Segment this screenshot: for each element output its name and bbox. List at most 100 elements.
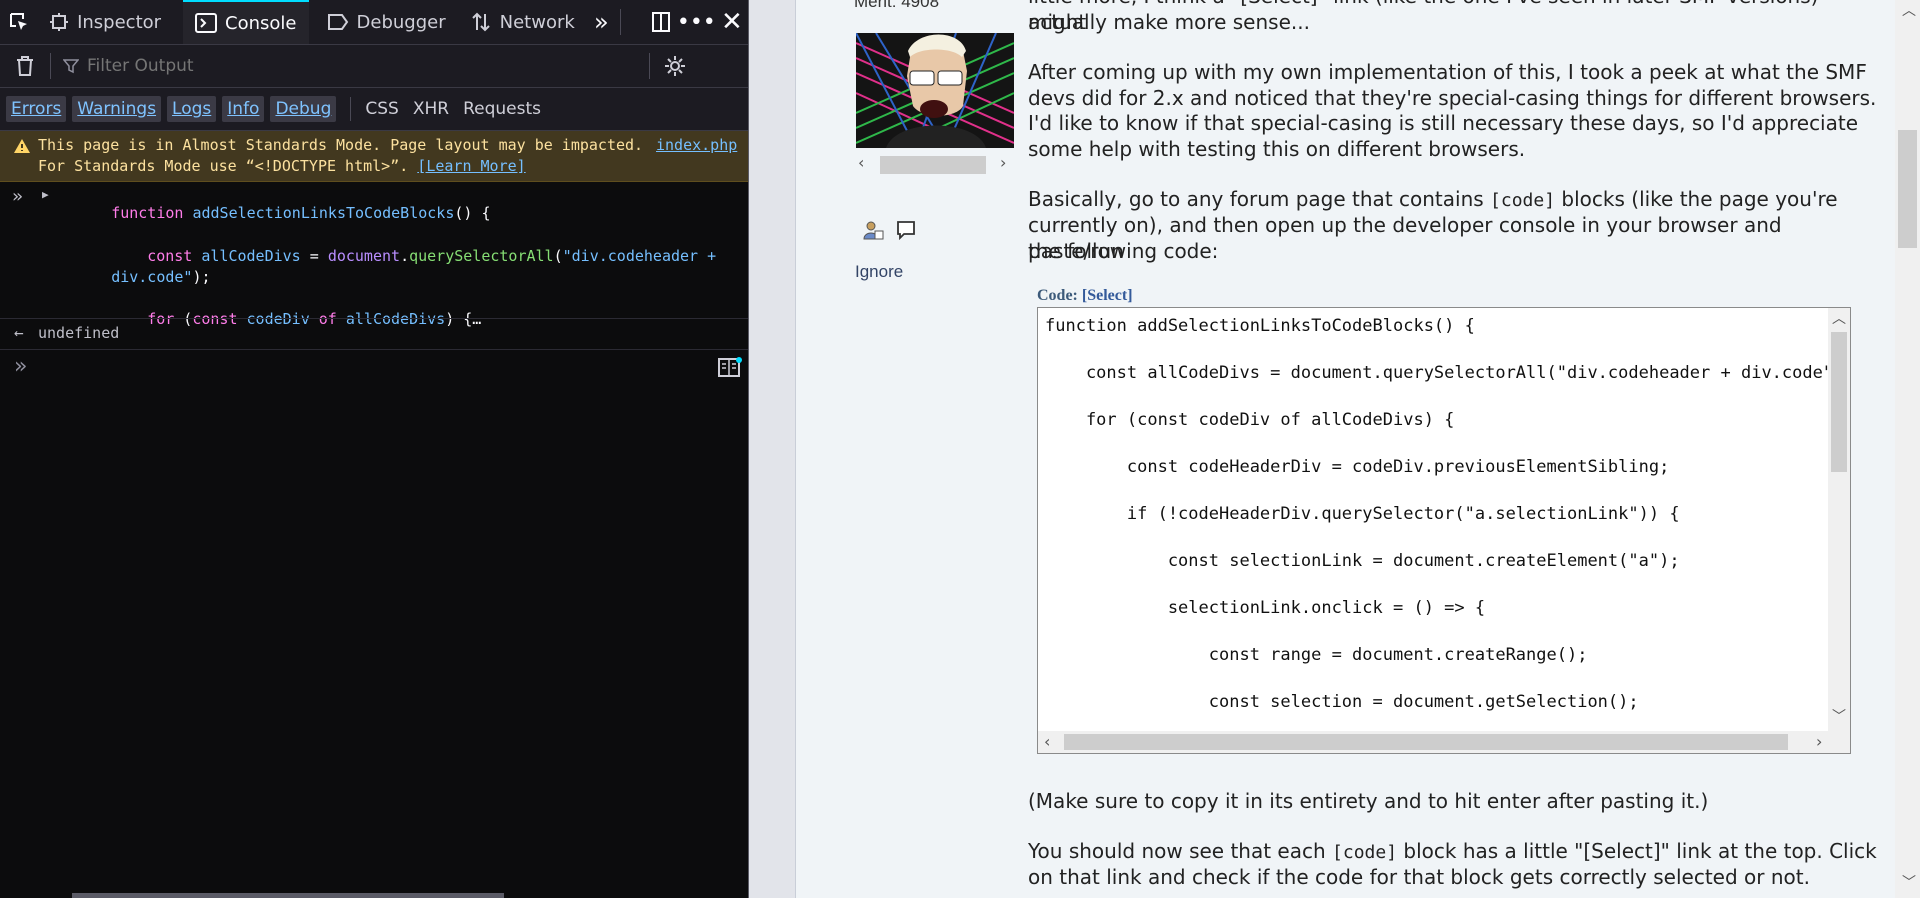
level-info-toggle[interactable]: Info <box>222 96 265 122</box>
code-hscroll-thumb[interactable] <box>1064 734 1788 750</box>
type-xhr-toggle[interactable]: XHR <box>413 99 449 119</box>
settings-gear-icon[interactable] <box>658 55 692 77</box>
merit-label: Merit: 4908 <box>854 0 940 11</box>
console-prompt[interactable]: » <box>0 352 748 392</box>
prompt-chevron-icon: » <box>14 354 28 379</box>
code-header-label: Code: <box>1037 287 1078 304</box>
personal-message-icon[interactable] <box>895 219 917 245</box>
level-debug-toggle[interactable]: Debug <box>270 96 337 122</box>
trash-icon[interactable] <box>0 55 50 77</box>
tab-inspector-label: Inspector <box>77 11 162 33</box>
console-filter-bar <box>0 45 748 88</box>
kw-function: function <box>111 204 184 222</box>
para5-line2: on that link and check if the code for t… <box>1028 865 1810 889</box>
profile-icon[interactable] <box>862 219 884 245</box>
console-result-row: ← undefined <box>0 318 748 350</box>
inspector-icon <box>50 13 69 31</box>
para4: (Make sure to copy it in its entirety an… <box>1028 789 1709 813</box>
code-header: Code: [Select] <box>1037 287 1133 305</box>
ignore-link[interactable]: Ignore <box>855 262 903 282</box>
code-vertical-scrollbar[interactable]: ︿ ﹀ <box>1828 308 1850 732</box>
level-warnings-toggle[interactable]: Warnings <box>72 96 162 122</box>
warning-line2: For Standards Mode use “<!DOCTYPE html>”… <box>38 157 409 175</box>
para5-line1a: You should now see that each <box>1028 839 1333 863</box>
avatar-scroll-thumb[interactable] <box>880 156 986 174</box>
level-logs-toggle[interactable]: Logs <box>167 96 217 122</box>
network-icon <box>471 12 490 32</box>
warning-line1: This page is in Almost Standards Mode. P… <box>38 136 644 154</box>
learn-more-link[interactable]: [Learn More] <box>417 157 525 175</box>
console-icon <box>195 13 218 33</box>
para2-line2: devs did for 2.x and noticed that they'r… <box>1028 86 1877 110</box>
element-picker-icon[interactable] <box>0 0 37 44</box>
para3-line1: Basically, go to any forum page that con… <box>1028 186 1878 214</box>
scroll-right-icon[interactable]: › <box>1000 153 1006 172</box>
scroll-up-icon[interactable]: ︿ <box>1832 308 1846 328</box>
code-line: const selectionLink = document.createEle… <box>1045 551 1680 571</box>
tab-network-label: Network <box>499 11 575 33</box>
editor-mode-icon[interactable] <box>718 356 742 382</box>
forum-post: Merit: 4908 ‹ › Ignore might actually ma… <box>795 0 1896 898</box>
more-options-icon[interactable]: ••• <box>677 10 716 35</box>
filter-output-input[interactable] <box>85 55 649 77</box>
avatar-scrollbar[interactable]: ‹ › <box>856 151 1016 177</box>
op-eq: = <box>300 247 328 265</box>
devtools-bottom-scrollbar[interactable] <box>72 893 504 898</box>
close-icon[interactable]: ✕ <box>716 7 748 37</box>
para5-line1: You should now see that each [code] bloc… <box>1028 838 1878 866</box>
para3-line1b: blocks (like the page you're <box>1555 187 1838 211</box>
webpage: Merit: 4908 ‹ › Ignore might actually ma… <box>749 0 1920 898</box>
level-errors-toggle[interactable]: Errors <box>6 96 67 122</box>
avatar <box>856 33 1014 148</box>
code-line: function addSelectionLinksToCodeBlocks()… <box>1045 316 1475 336</box>
code-line: for (const codeDiv of allCodeDivs) { <box>1045 410 1455 430</box>
code-horizontal-scrollbar[interactable]: ‹ › <box>1038 731 1850 753</box>
code-vscroll-thumb[interactable] <box>1831 332 1847 472</box>
result-value: undefined <box>38 324 120 342</box>
doc-ident: document <box>327 247 401 265</box>
code-line: const codeHeaderDiv = codeDiv.previousEl… <box>1045 457 1670 477</box>
para5-line1b: block has a little "[Select]" link at th… <box>1397 839 1877 863</box>
para2-line4: some help with testing this on different… <box>1028 137 1526 161</box>
code-line: const range = document.createRange(); <box>1045 645 1588 665</box>
level-separator <box>350 97 352 121</box>
filter-icon <box>57 58 85 74</box>
string-part1: "div.codeheader + <box>562 247 717 265</box>
page-scroll-thumb[interactable] <box>1898 130 1917 248</box>
code-line: if (!codeHeaderDiv.querySelector("a.sele… <box>1045 504 1680 524</box>
tab-inspector[interactable]: Inspector <box>37 0 173 44</box>
tab-network[interactable]: Network <box>458 0 587 44</box>
source-link[interactable]: index.php <box>656 135 737 156</box>
scroll-left-icon[interactable]: ‹ <box>858 153 864 172</box>
code-line: const allCodeDivs = document.querySelect… <box>1045 363 1851 383</box>
console-warning-message: This page is in Almost Standards Mode. P… <box>0 131 748 182</box>
page-scroll-up-icon[interactable]: ︿ <box>1902 0 1916 20</box>
code-line: const selection = document.getSelection(… <box>1045 692 1639 712</box>
type-css-toggle[interactable]: CSS <box>365 99 398 119</box>
type-requests-toggle[interactable]: Requests <box>463 99 541 119</box>
devtools-toolbar: Inspector Console Debugger Network » •••… <box>0 0 748 45</box>
tab-console-label: Console <box>225 12 297 34</box>
more-tools-chevron-icon[interactable]: » <box>587 8 616 36</box>
select-code-link[interactable]: [Select] <box>1082 287 1133 304</box>
expand-toggle-icon[interactable]: ▶ <box>42 188 49 201</box>
para3-line3: the following code: <box>1028 239 1219 263</box>
para2-line3: I'd like to know if that special-casing … <box>1028 111 1859 135</box>
tab-debugger[interactable]: Debugger <box>315 0 458 44</box>
var-allcodedivs: allCodeDivs <box>201 247 301 265</box>
fn-suffix: () { <box>454 204 491 222</box>
console-level-bar: Errors Warnings Logs Info Debug CSS XHR … <box>0 88 748 131</box>
hscroll-right-icon[interactable]: › <box>1816 732 1822 751</box>
tab-console[interactable]: Console <box>183 0 309 44</box>
scroll-down-icon[interactable]: ﹀ <box>1832 706 1846 726</box>
page-scroll-down-icon[interactable]: ﹀ <box>1902 872 1916 892</box>
tab-debugger-label: Debugger <box>356 11 446 33</box>
line-end: ); <box>192 268 211 286</box>
hscroll-left-icon[interactable]: ‹ <box>1044 732 1050 751</box>
code-line: selectionLink.onclick = () => { <box>1045 598 1486 618</box>
dock-side-icon[interactable] <box>645 11 677 33</box>
code-block[interactable]: function addSelectionLinksToCodeBlocks()… <box>1037 307 1851 754</box>
page-vertical-scrollbar[interactable]: ︿ ﹀ <box>1895 0 1920 898</box>
fn-name: addSelectionLinksToCodeBlocks <box>192 204 455 222</box>
devtools-panel: Inspector Console Debugger Network » •••… <box>0 0 748 898</box>
